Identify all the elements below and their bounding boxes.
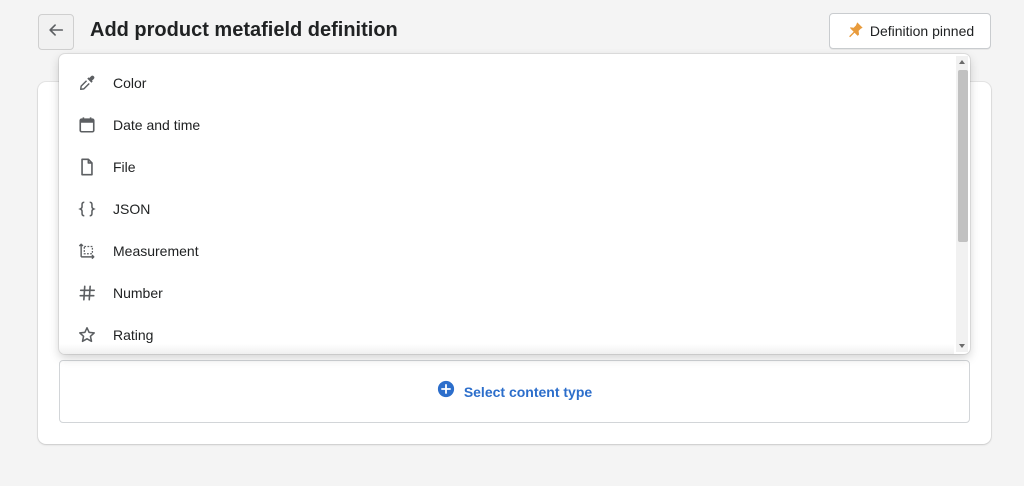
option-label: Date and time (113, 117, 201, 133)
option-label: Color (113, 75, 147, 91)
option-measurement[interactable]: Measurement (59, 230, 954, 272)
scroll-up-arrow[interactable] (959, 60, 965, 64)
option-label: Measurement (113, 243, 199, 259)
option-label: File (113, 159, 136, 175)
braces-icon (77, 199, 97, 219)
page: Add product metafield definition Definit… (0, 0, 1024, 486)
option-date-and-time[interactable]: Date and time (59, 104, 954, 146)
page-title: Add product metafield definition (90, 19, 398, 41)
measurement-icon (77, 241, 97, 261)
option-label: Number (113, 285, 163, 301)
plus-circle-icon (437, 380, 455, 403)
option-file[interactable]: File (59, 146, 954, 188)
content-type-dropdown: Color Date and time File JSON Measuremen… (59, 54, 970, 354)
scroll-fade (59, 344, 954, 354)
scroll-down-arrow[interactable] (959, 344, 965, 348)
definition-pinned-button[interactable]: Definition pinned (829, 13, 991, 49)
star-icon (77, 325, 97, 345)
option-label: JSON (113, 201, 151, 217)
eyedropper-icon (77, 73, 97, 93)
option-label: Rating (113, 327, 154, 343)
back-button[interactable] (38, 14, 74, 50)
file-icon (77, 157, 97, 177)
dropdown-scrollbar[interactable] (956, 56, 968, 352)
select-content-type-button[interactable]: Select content type (59, 360, 970, 423)
option-color[interactable]: Color (59, 62, 954, 104)
option-json[interactable]: JSON (59, 188, 954, 230)
hash-icon (77, 283, 97, 303)
select-content-type-label: Select content type (463, 383, 593, 400)
pin-button-label: Definition pinned (869, 23, 975, 39)
calendar-icon (77, 115, 97, 135)
option-number[interactable]: Number (59, 272, 954, 314)
scroll-thumb[interactable] (958, 70, 968, 242)
pin-icon (846, 21, 864, 42)
arrow-left-icon (47, 21, 65, 44)
